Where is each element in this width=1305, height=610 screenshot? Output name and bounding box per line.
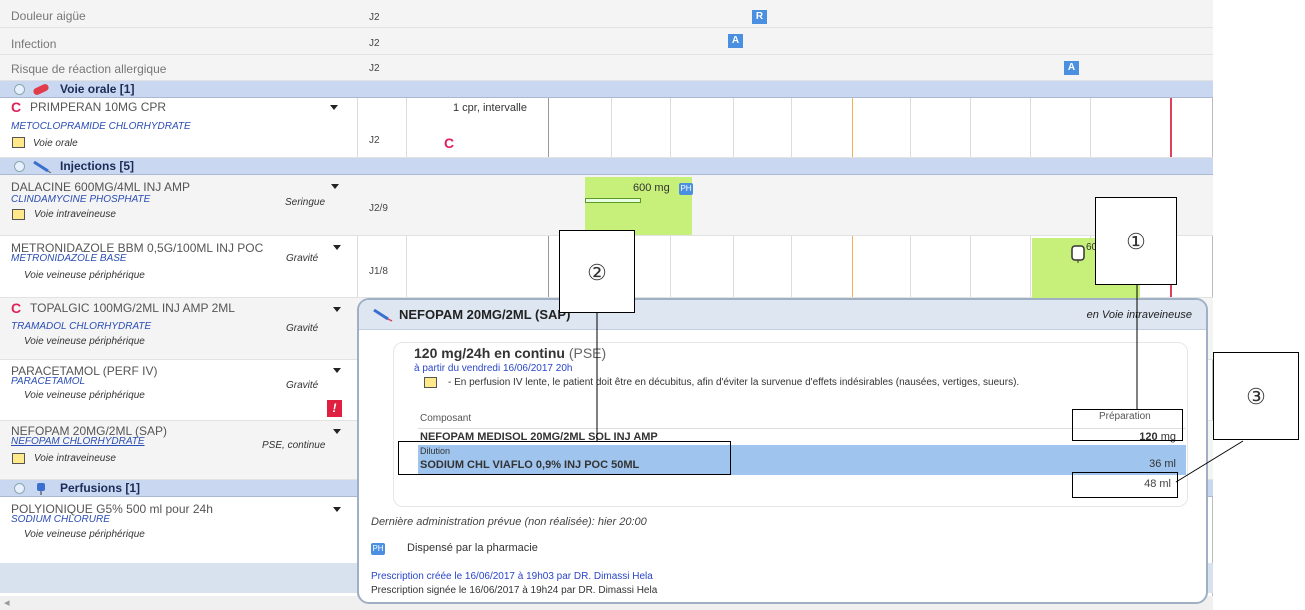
highlight-dilution xyxy=(398,441,731,475)
highlight-total xyxy=(1072,472,1178,498)
callout-lines xyxy=(596,285,1244,483)
callout-1: ① xyxy=(1095,197,1177,285)
callout-3: ③ xyxy=(1213,352,1299,440)
callout-2: ② xyxy=(559,230,635,313)
highlight-preparation xyxy=(1072,409,1183,441)
